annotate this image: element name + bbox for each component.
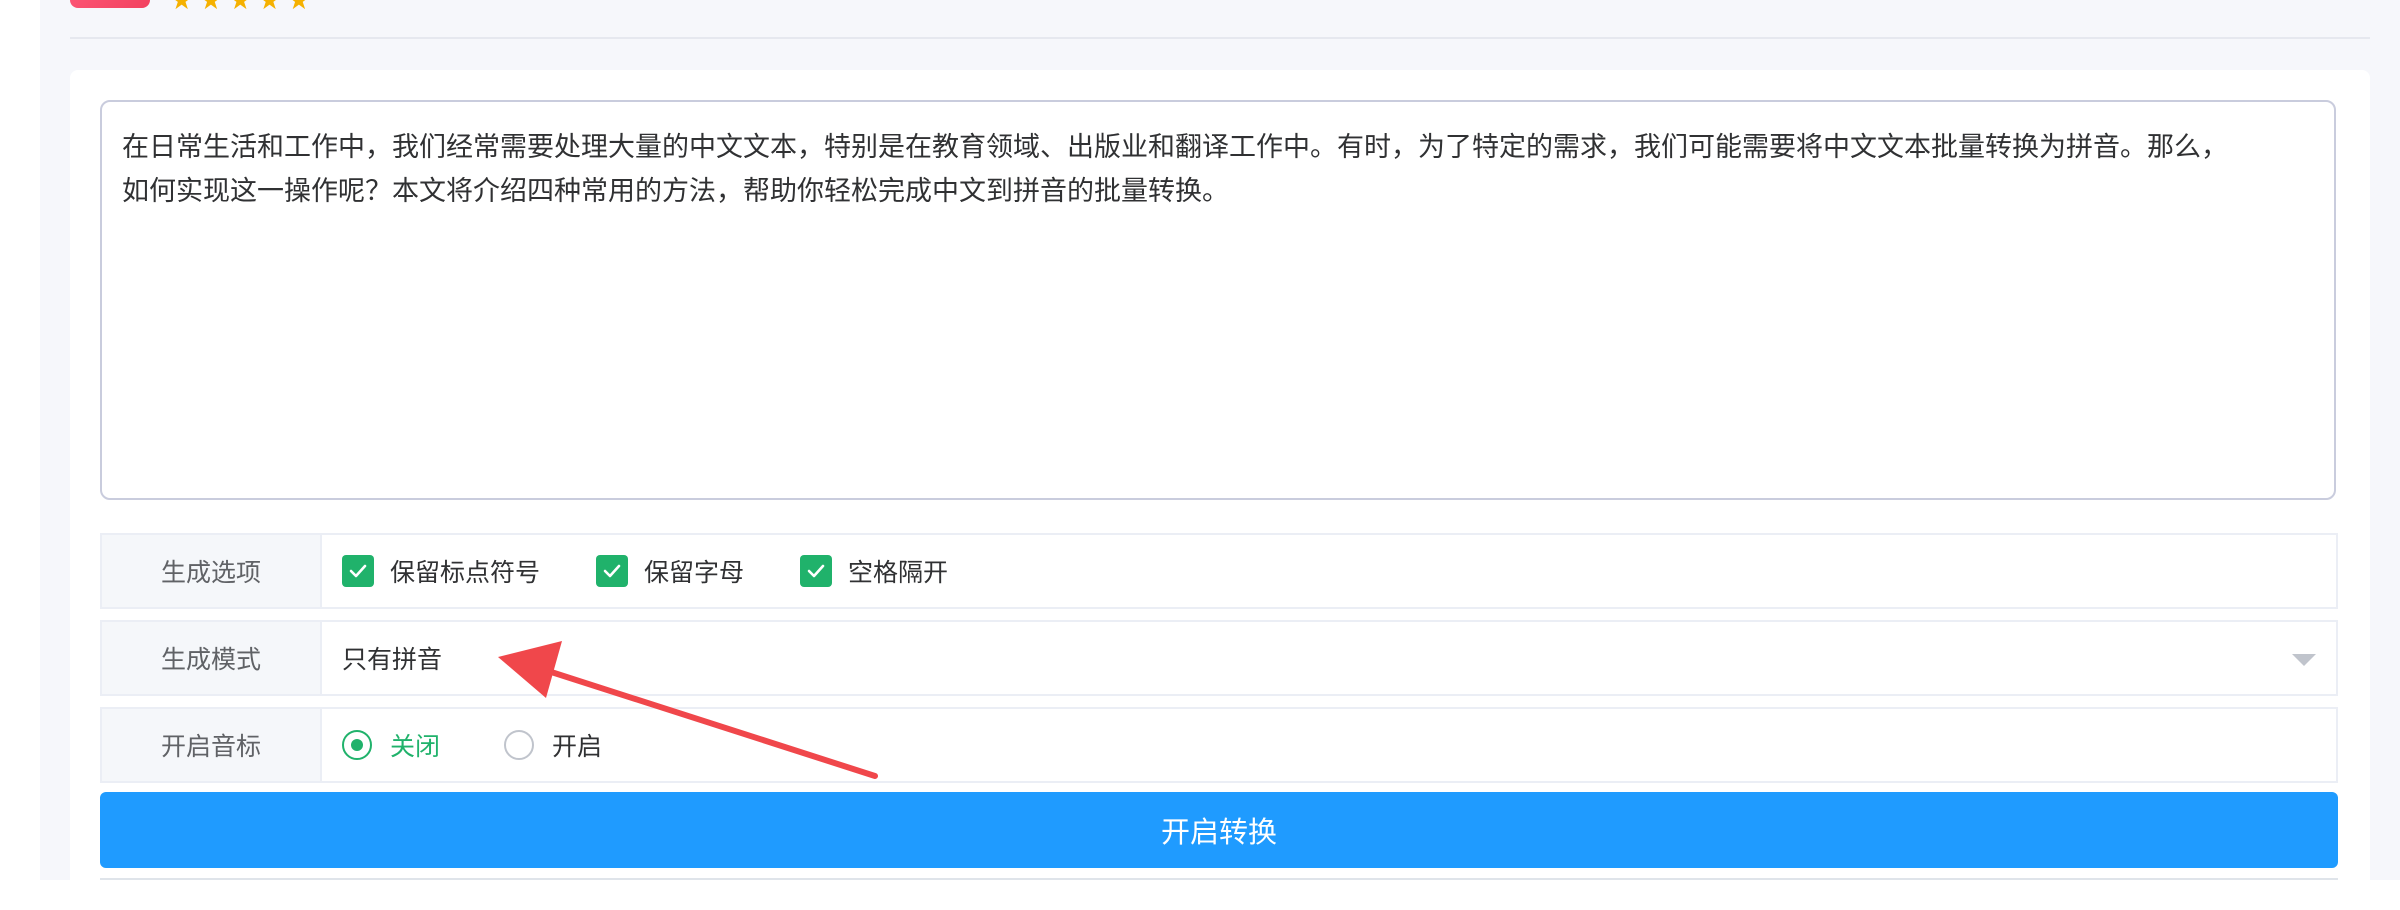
keep-letters-checkbox[interactable]: 保留字母 <box>596 553 744 589</box>
chinese-text-input[interactable]: 在日常生活和工作中，我们经常需要处理大量的中文文本，特别是在教育领域、出版业和翻… <box>100 100 2336 500</box>
radio-unselected-icon <box>504 730 535 760</box>
rating-stars: ★★★★★ <box>170 0 317 16</box>
checkmark-icon <box>800 555 833 587</box>
tone-row: 开启音标 关闭 开启 <box>100 707 2338 783</box>
keep-punctuation-label: 保留标点符号 <box>390 558 541 587</box>
mode-select-value: 只有拼音 <box>342 645 443 674</box>
mode-select[interactable]: 只有拼音 <box>342 622 2336 694</box>
tone-on-radio[interactable]: 开启 <box>504 727 602 763</box>
header-divider <box>70 37 2370 39</box>
checkmark-icon <box>342 555 374 587</box>
keep-punctuation-checkbox[interactable]: 保留标点符号 <box>342 553 540 589</box>
tone-off-label: 关闭 <box>390 732 441 761</box>
tone-off-radio[interactable]: 关闭 <box>342 727 440 763</box>
app-logo <box>70 0 150 8</box>
mode-row: 生成模式 只有拼音 <box>100 620 2338 696</box>
keep-letters-label: 保留字母 <box>644 558 745 587</box>
tone-on-label: 开启 <box>552 732 603 761</box>
convert-button[interactable]: 开启转换 <box>100 792 2338 868</box>
options-row: 生成选项 保留标点符号 保留字母 空格隔开 <box>100 533 2338 609</box>
mode-row-label: 生成模式 <box>102 622 322 694</box>
checkmark-icon <box>596 555 629 587</box>
tone-row-label: 开启音标 <box>102 709 322 781</box>
space-separated-label: 空格隔开 <box>848 558 949 587</box>
radio-selected-icon <box>342 730 372 760</box>
chevron-down-icon[interactable] <box>2292 654 2316 666</box>
space-separated-checkbox[interactable]: 空格隔开 <box>800 553 948 589</box>
options-row-label: 生成选项 <box>102 535 322 607</box>
